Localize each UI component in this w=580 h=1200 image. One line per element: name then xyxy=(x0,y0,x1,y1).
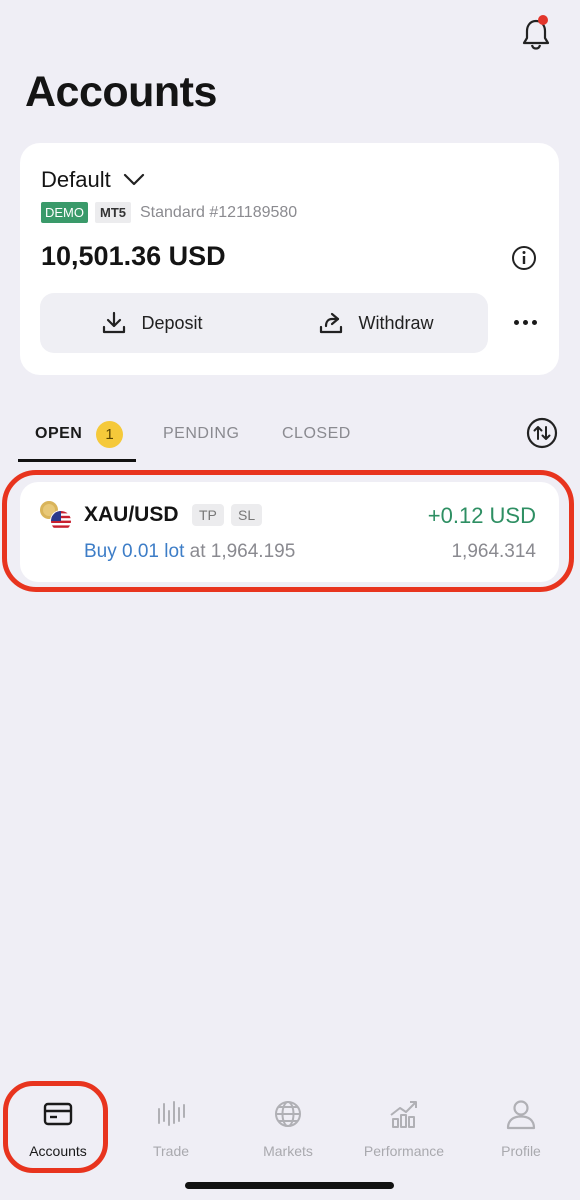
globe-icon xyxy=(275,1101,301,1127)
tab-closed-label: CLOSED xyxy=(282,425,351,442)
more-options-button[interactable] xyxy=(508,307,542,337)
active-tab-indicator xyxy=(18,459,136,462)
tab-closed[interactable]: CLOSED xyxy=(282,416,351,452)
nav-markets-label: Markets xyxy=(263,1143,313,1159)
page-title: Accounts xyxy=(25,68,217,116)
wallet-icon xyxy=(43,1102,73,1126)
account-badges: DEMO MT5 Standard #121189580 xyxy=(41,202,297,223)
stop-loss-chip: SL xyxy=(231,504,263,526)
bottom-nav: Accounts Trade Markets Performance Profi… xyxy=(0,1085,580,1165)
nav-markets[interactable]: Markets xyxy=(230,1085,346,1165)
withdraw-label: Withdraw xyxy=(358,312,434,333)
nav-profile-label: Profile xyxy=(501,1143,541,1159)
info-button[interactable] xyxy=(510,244,538,272)
position-open-price: 1,964.195 xyxy=(210,541,296,562)
tab-pending[interactable]: PENDING xyxy=(163,416,239,452)
gold-usd-flag-icon xyxy=(38,499,74,533)
tab-open-label: OPEN xyxy=(35,425,83,442)
position-at-label: at xyxy=(189,541,206,562)
more-dot-icon xyxy=(513,319,519,325)
account-name: Default xyxy=(41,167,111,192)
nav-performance-label: Performance xyxy=(363,1143,445,1159)
sort-arrows-icon xyxy=(526,417,558,449)
more-dot-icon xyxy=(531,319,537,325)
demo-badge: DEMO xyxy=(41,202,88,223)
position-details: Buy 0.01 lot at 1,964.195 xyxy=(84,541,295,563)
home-indicator xyxy=(185,1182,394,1189)
account-actions: Deposit Withdraw xyxy=(40,293,488,353)
chart-icon xyxy=(390,1101,417,1128)
position-profit: +0.12 USD xyxy=(427,503,536,528)
position-direction-lot: Buy 0.01 lot xyxy=(84,541,185,562)
deposit-label: Deposit xyxy=(141,312,203,333)
tab-pending-label: PENDING xyxy=(163,425,240,442)
withdraw-button[interactable]: Withdraw xyxy=(264,293,488,353)
nav-accounts[interactable]: Accounts xyxy=(0,1085,116,1165)
nav-performance[interactable]: Performance xyxy=(346,1085,462,1165)
open-count-badge: 1 xyxy=(96,420,124,448)
position-symbol: XAU/USD xyxy=(84,503,179,526)
chevron-down-icon xyxy=(123,173,144,186)
more-dot-icon xyxy=(522,319,528,325)
account-type: Standard #121189580 xyxy=(140,203,298,221)
nav-accounts-label: Accounts xyxy=(29,1143,87,1159)
nav-trade[interactable]: Trade xyxy=(113,1085,229,1165)
download-icon xyxy=(103,311,126,334)
positions-tabs: OPEN 1 PENDING CLOSED xyxy=(18,416,558,464)
position-row[interactable]: XAU/USD TP SL +0.12 USD Buy 0.01 lot at … xyxy=(20,482,559,582)
share-arrow-icon xyxy=(320,312,343,334)
user-icon xyxy=(506,1100,536,1130)
deposit-button[interactable]: Deposit xyxy=(40,293,264,353)
take-profit-chip: TP xyxy=(192,504,224,526)
notification-dot xyxy=(538,15,548,25)
nav-profile[interactable]: Profile xyxy=(463,1085,579,1165)
candles-icon xyxy=(158,1101,185,1126)
account-selector[interactable]: Default xyxy=(41,167,145,193)
platform-badge: MT5 xyxy=(95,202,131,223)
nav-trade-label: Trade xyxy=(152,1143,190,1159)
notifications-button[interactable] xyxy=(516,14,556,54)
tab-open[interactable]: OPEN 1 xyxy=(18,416,136,452)
account-card: Default DEMO MT5 Standard #121189580 10,… xyxy=(20,143,559,375)
sort-button[interactable] xyxy=(526,417,558,449)
account-balance: 10,501.36 USD xyxy=(41,241,226,271)
info-icon xyxy=(512,246,536,270)
position-current-price: 1,964.314 xyxy=(451,541,536,562)
